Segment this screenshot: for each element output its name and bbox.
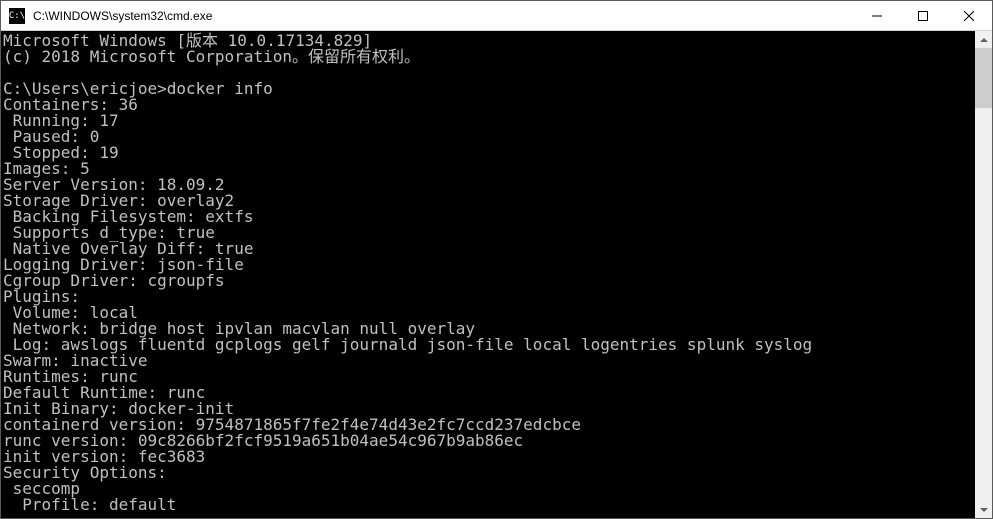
window-title: C:\WINDOWS\system32\cmd.exe: [31, 9, 854, 23]
minimize-button[interactable]: [854, 1, 900, 30]
scrollbar-thumb[interactable]: [975, 48, 992, 108]
scrollbar-track[interactable]: [975, 48, 992, 501]
titlebar[interactable]: C:\ C:\WINDOWS\system32\cmd.exe: [1, 1, 992, 31]
close-icon: [964, 11, 974, 21]
scroll-down-button[interactable]: [975, 501, 992, 518]
terminal-output[interactable]: Microsoft Windows [版本 10.0.17134.829] (c…: [1, 31, 975, 518]
cmd-icon: C:\: [9, 8, 25, 24]
maximize-icon: [918, 11, 928, 21]
chevron-down-icon: [980, 508, 988, 512]
maximize-button[interactable]: [900, 1, 946, 30]
vertical-scrollbar[interactable]: [975, 31, 992, 518]
cmd-window: C:\ C:\WINDOWS\system32\cmd.exe Microsof…: [0, 0, 993, 519]
terminal-area: Microsoft Windows [版本 10.0.17134.829] (c…: [1, 31, 992, 518]
chevron-up-icon: [980, 38, 988, 42]
window-controls: [854, 1, 992, 30]
scroll-up-button[interactable]: [975, 31, 992, 48]
minimize-icon: [872, 11, 882, 21]
close-button[interactable]: [946, 1, 992, 30]
